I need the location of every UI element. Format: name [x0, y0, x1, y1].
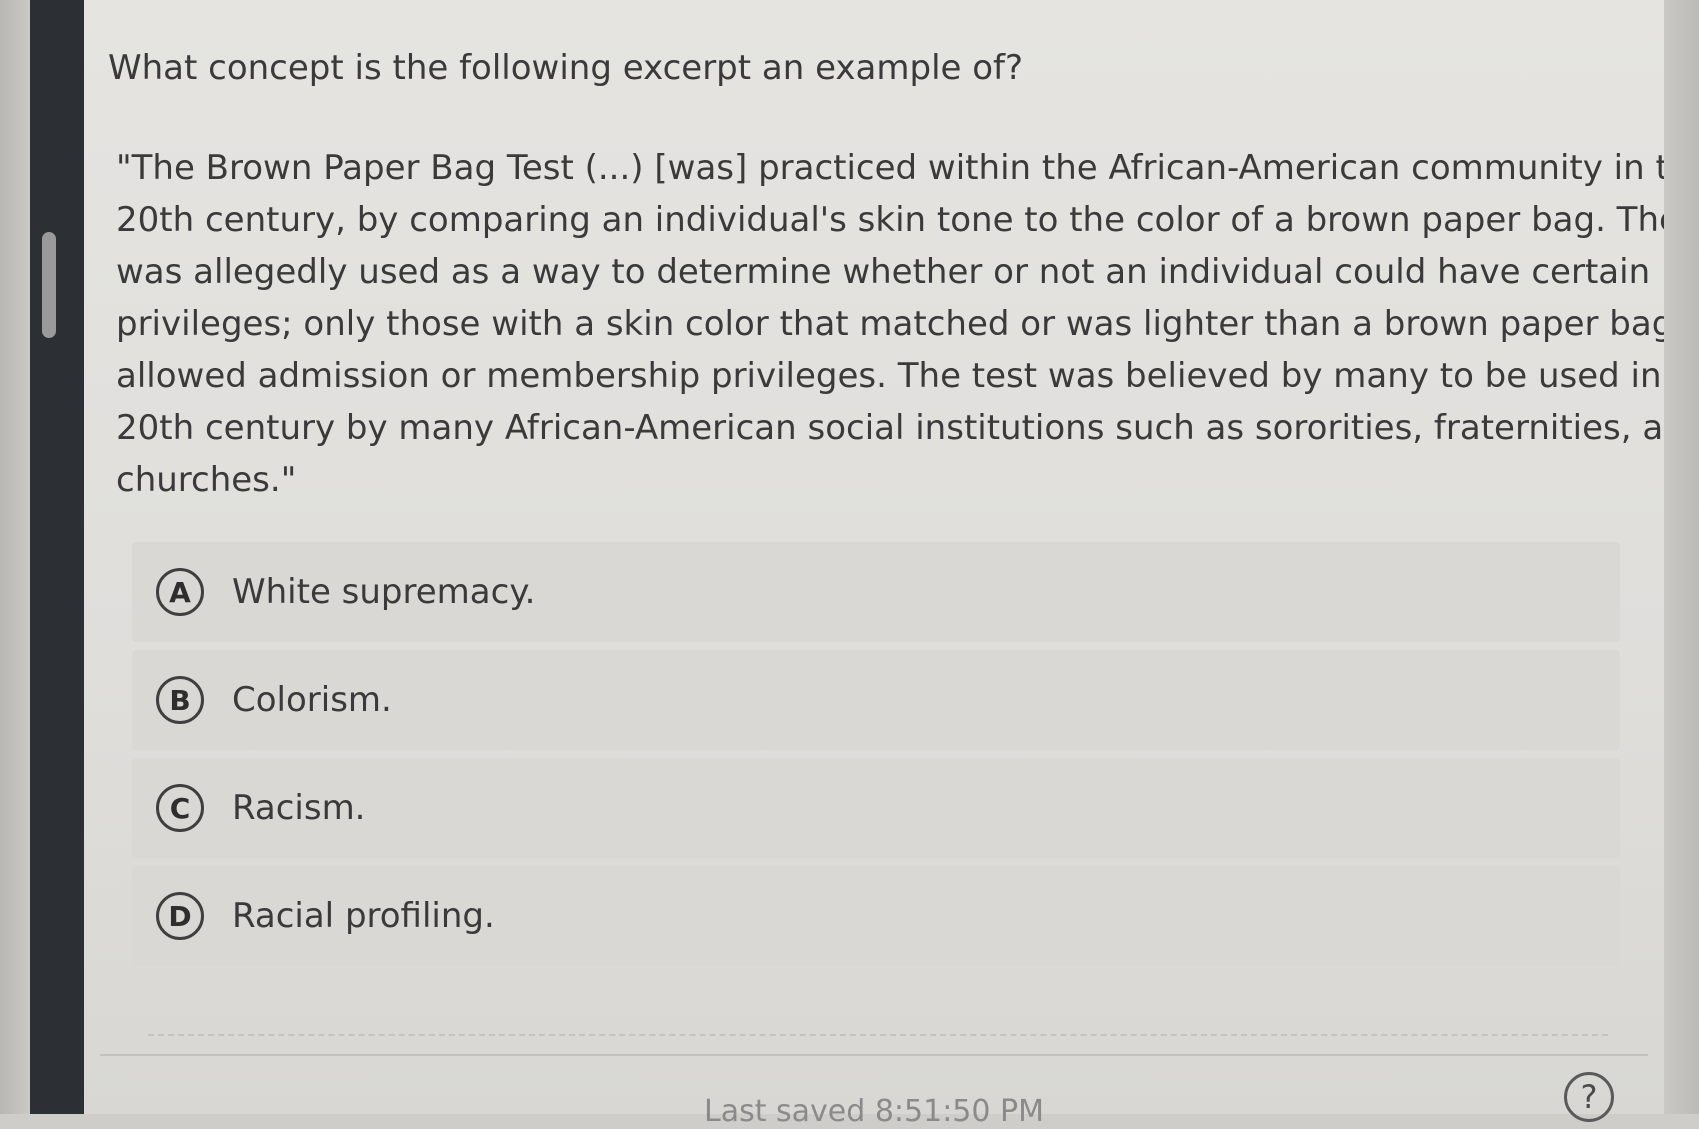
scrollbar-thumb[interactable]: [42, 232, 56, 338]
choice-c[interactable]: C Racism.: [132, 758, 1620, 858]
choice-label-c: Racism.: [232, 788, 366, 828]
left-frame-bar: [30, 0, 84, 1114]
excerpt-line: "The Brown Paper Bag Test (...) [was] pr…: [116, 148, 1699, 188]
excerpt-line: churches.": [116, 460, 297, 500]
choice-label-d: Racial profiling.: [232, 896, 495, 936]
footer-divider: [100, 1054, 1648, 1056]
excerpt-line: 20th century by many African-American so…: [116, 408, 1699, 448]
screen-right-edge: [1664, 0, 1699, 1114]
choice-letter-c: C: [156, 784, 204, 832]
choice-letter-a: A: [156, 568, 204, 616]
choice-letter-b: B: [156, 676, 204, 724]
choice-d[interactable]: D Racial profiling.: [132, 866, 1620, 966]
excerpt-line: was allegedly used as a way to determine…: [116, 252, 1651, 292]
question-panel: What concept is the following excerpt an…: [84, 0, 1699, 1129]
excerpt-line: allowed admission or membership privileg…: [116, 356, 1699, 396]
last-saved-status: Last saved 8:51:50 PM: [704, 1094, 1044, 1129]
excerpt-line: 20th century, by comparing an individual…: [116, 200, 1699, 240]
question-mark-icon[interactable]: ?: [1564, 1072, 1614, 1122]
question-prompt: What concept is the following excerpt an…: [108, 48, 1024, 88]
screen-left-edge: [0, 0, 30, 1114]
dashed-separator: [148, 1034, 1608, 1036]
excerpt-line: privileges; only those with a skin color…: [116, 304, 1699, 344]
choice-letter-d: D: [156, 892, 204, 940]
choice-label-a: White supremacy.: [232, 572, 536, 612]
answer-choices: A White supremacy. B Colorism. C Racism.…: [132, 542, 1620, 974]
choice-a[interactable]: A White supremacy.: [132, 542, 1620, 642]
question-excerpt: "The Brown Paper Bag Test (...) [was] pr…: [116, 142, 1699, 506]
choice-label-b: Colorism.: [232, 680, 392, 720]
choice-b[interactable]: B Colorism.: [132, 650, 1620, 750]
